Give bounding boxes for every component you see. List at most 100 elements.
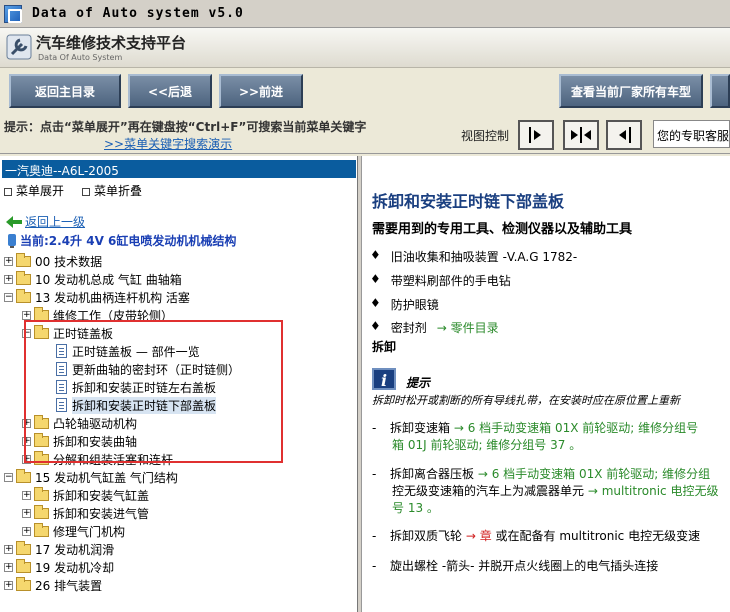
parts-catalog-link[interactable]: → 零件目录 xyxy=(437,319,499,336)
service-marquee: 您的专职客服 xyxy=(653,120,730,148)
tree-node[interactable]: +10 发动机总成 气缸 曲轴箱 xyxy=(4,270,182,288)
brand-subtitle: Data Of Auto System xyxy=(38,53,123,62)
step-text: 或在配备有 multitronic 电控无级变速 xyxy=(495,529,701,543)
arrow-left-icon xyxy=(619,127,631,143)
plus-icon[interactable]: + xyxy=(4,580,13,590)
tool-item: ♦ 密封剂 → 零件目录 xyxy=(370,319,499,336)
tree-node[interactable]: +00 技术数据 xyxy=(4,252,102,270)
current-location: 当前:2.4升 4V 6缸电喷发动机机械结构 xyxy=(6,232,236,249)
menu-collapse-label: 菜单折叠 xyxy=(94,184,143,198)
step-link[interactable]: → multitronic 电控无级 xyxy=(588,484,719,498)
extra-button[interactable] xyxy=(710,74,730,108)
tree-node[interactable]: +26 排气装置 xyxy=(4,576,102,594)
minus-icon[interactable]: − xyxy=(4,472,13,482)
tree-node[interactable]: + 拆卸和安装气缸盖 xyxy=(22,486,149,504)
tool-text: 旧油收集和抽吸装置 -V.A.G 1782- xyxy=(390,250,578,264)
tree-label: 13 发动机曲柄连杆机构 活塞 xyxy=(35,290,190,305)
expand-left-view-button[interactable] xyxy=(606,120,642,150)
all-models-button[interactable]: 查看当前厂家所有车型 xyxy=(559,74,703,108)
plus-icon[interactable]: + xyxy=(4,562,13,572)
step-item: - 旋出螺栓 -箭头- 并脱开点火线圈上的电气插头连接 xyxy=(372,559,659,573)
step-link[interactable]: 箱 01J 前轮驱动; 维修分组号 37 。 xyxy=(372,437,698,454)
window-title: Data of Auto system v5.0 xyxy=(32,6,244,21)
menu-expand-button[interactable]: 菜单展开 xyxy=(4,182,64,199)
bullet-icon: ♦ xyxy=(370,248,381,262)
hint-text: 提示：点击“菜单展开”再在键盘按“Ctrl+F”可搜索当前菜单关键字 xyxy=(4,120,367,134)
folder-icon xyxy=(34,306,49,321)
plus-icon[interactable]: + xyxy=(22,490,31,500)
note-text: 拆卸时松开或割断的所有导线扎带，在安装时应在原位置上重新 xyxy=(372,394,680,407)
plus-icon[interactable]: + xyxy=(22,526,31,536)
folder-icon xyxy=(16,576,31,591)
location-icon xyxy=(8,233,16,248)
info-icon: i xyxy=(372,368,396,390)
toolbar: 返回主目录 <<后退 >>前进 查看当前厂家所有车型 xyxy=(0,68,730,114)
note-title: 提示 xyxy=(406,376,431,390)
wrench-logo-icon xyxy=(6,34,32,60)
menu-controls: 菜单展开 菜单折叠 xyxy=(4,182,142,199)
tree-node[interactable]: + 修理气门机构 xyxy=(22,522,125,540)
tree-label: 00 技术数据 xyxy=(35,254,103,269)
title-bar: Data of Auto system v5.0 xyxy=(0,0,730,28)
folder-icon xyxy=(16,252,31,267)
step-text: 拆卸双质飞轮 xyxy=(390,529,463,543)
tools-heading: 需要用到的专用工具、检测仪器以及辅助工具 xyxy=(372,222,633,237)
folder-open-icon xyxy=(16,468,31,483)
tree-node[interactable]: − 13 发动机曲柄连杆机构 活塞 xyxy=(4,288,190,306)
bullet-icon: ♦ xyxy=(370,272,381,286)
split-view-button[interactable] xyxy=(563,120,599,150)
tree-node[interactable]: +19 发动机冷却 xyxy=(4,558,114,576)
step-item: - 拆卸双质飞轮 → 章 或在配备有 multitronic 电控无级变速 xyxy=(372,529,701,543)
plus-icon[interactable]: + xyxy=(22,310,31,320)
step-link[interactable]: → 6 档手动变速箱 01X 前轮驱动; 维修分组号 xyxy=(454,421,698,435)
minus-icon[interactable]: − xyxy=(4,292,13,302)
back-up-label: 返回上一级 xyxy=(25,215,86,229)
current-label: 当前:2.4升 4V 6缸电喷发动机机械结构 xyxy=(20,234,237,248)
back-button[interactable]: <<后退 xyxy=(128,74,212,108)
tree-label: 10 发动机总成 气缸 曲轴箱 xyxy=(35,272,182,287)
menu-expand-label: 菜单展开 xyxy=(16,184,65,198)
step-item: - 拆卸离合器压板 → 6 档手动变速箱 01X 前轮驱动; 维修分组 控无级变速… xyxy=(372,467,719,517)
plus-icon[interactable]: + xyxy=(22,508,31,518)
tree-label: 15 发动机气缸盖 气门结构 xyxy=(35,470,178,485)
app-icon xyxy=(4,4,22,23)
folder-icon xyxy=(16,558,31,573)
tool-item: ♦ 防护眼镜 xyxy=(370,296,439,313)
folder-icon xyxy=(16,270,31,285)
hint-bar: 提示：点击“菜单展开”再在键盘按“Ctrl+F”可搜索当前菜单关键字 >>菜单关… xyxy=(0,114,730,154)
plus-icon[interactable]: + xyxy=(4,274,13,284)
plus-icon[interactable]: + xyxy=(4,544,13,554)
tool-text: 带塑料刷部件的手电钻 xyxy=(390,274,511,288)
tree-label: 拆卸和安装气缸盖 xyxy=(53,488,150,503)
step-item: - 拆卸变速箱 → 6 档手动变速箱 01X 前轮驱动; 维修分组号 箱 01J … xyxy=(372,421,699,454)
back-up-link[interactable]: 返回上一级 xyxy=(6,213,85,230)
tree-label: 17 发动机润滑 xyxy=(35,542,115,557)
tree-node[interactable]: + 拆卸和安装进气管 xyxy=(22,504,149,522)
bullet-icon: ♦ xyxy=(370,296,381,310)
tree-node[interactable]: +17 发动机润滑 xyxy=(4,540,114,558)
tool-text: 防护眼镜 xyxy=(390,298,439,312)
step-text: 拆卸离合器压板 xyxy=(390,467,475,481)
step-link[interactable]: → 6 档手动变速箱 01X 前轮驱动; 维修分组 xyxy=(478,467,710,481)
tree-label: 拆卸和安装进气管 xyxy=(53,506,150,521)
highlight-box xyxy=(24,320,283,463)
step-text: 旋出螺栓 -箭头- 并脱开点火线圈上的电气插头连接 xyxy=(390,559,659,573)
vehicle-selector[interactable]: 一汽奥迪--A6L-2005 xyxy=(2,160,356,178)
tree-node[interactable]: − 15 发动机气缸盖 气门结构 xyxy=(4,468,178,486)
content-pane: 拆卸和安装正时链下部盖板 需要用到的专用工具、检测仪器以及辅助工具 ♦ 旧油收集和… xyxy=(362,156,730,612)
chapter-link[interactable]: → 章 xyxy=(466,529,492,543)
search-demo-link[interactable]: >>菜单关键字搜索演示 xyxy=(104,135,232,152)
folder-icon xyxy=(16,540,31,555)
tree-label: 26 排气装置 xyxy=(35,578,103,593)
step-link[interactable]: 号 13 。 xyxy=(372,500,718,517)
main-menu-button[interactable]: 返回主目录 xyxy=(9,74,121,108)
step-text: 控无级变速箱的汽车上为减震器单元 xyxy=(392,484,585,498)
bullet-icon: ♦ xyxy=(370,319,381,333)
expand-right-view-button[interactable] xyxy=(518,120,554,150)
menu-collapse-button[interactable]: 菜单折叠 xyxy=(82,182,142,199)
forward-button[interactable]: >>前进 xyxy=(219,74,303,108)
plus-icon[interactable]: + xyxy=(4,256,13,266)
square-icon xyxy=(4,188,12,196)
app-header: 汽车维修技术支持平台 Data Of Auto System xyxy=(0,28,730,68)
brand-title: 汽车维修技术支持平台 xyxy=(36,34,187,52)
